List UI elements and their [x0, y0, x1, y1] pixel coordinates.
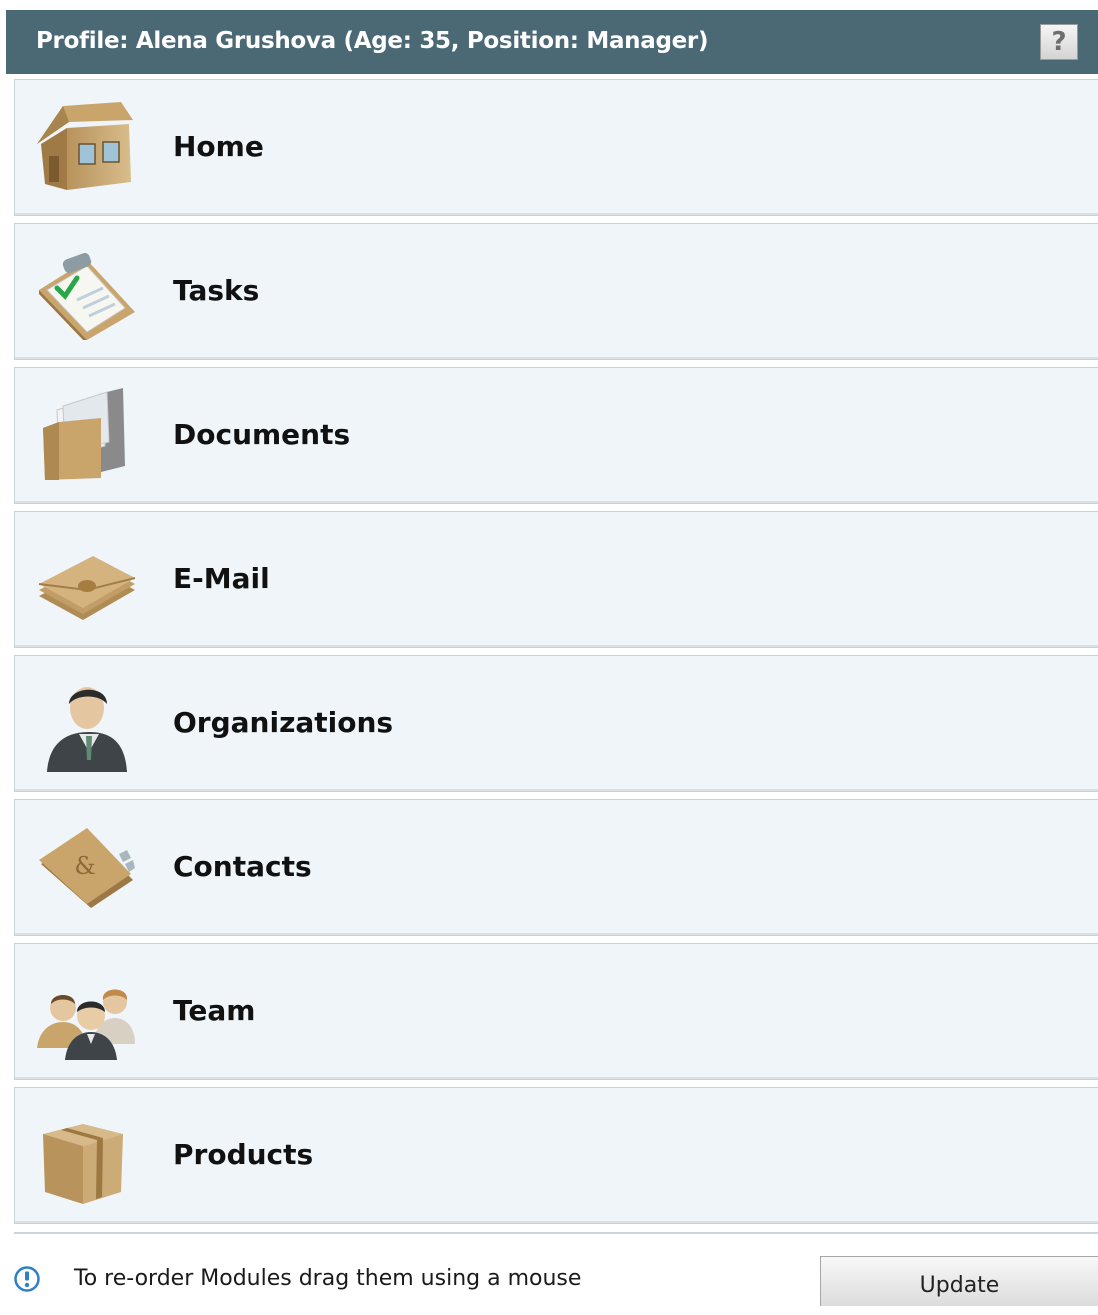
module-label: Home: [173, 130, 264, 163]
module-label: E-Mail: [173, 562, 270, 595]
profile-header: Profile: Alena Grushova (Age: 35, Positi…: [6, 10, 1098, 74]
address-book-icon: &: [39, 828, 135, 908]
module-email[interactable]: E-Mail: [14, 511, 1098, 648]
module-documents[interactable]: Documents: [14, 367, 1098, 504]
info-icon: [14, 1266, 40, 1292]
module-home[interactable]: Home: [14, 79, 1098, 216]
module-label: Team: [173, 994, 256, 1027]
footer-divider: [14, 1232, 1098, 1234]
group-people-icon: [37, 989, 135, 1060]
house-icon: [37, 102, 133, 190]
module-label: Documents: [173, 418, 351, 451]
clipboard-checklist-icon: [39, 253, 135, 340]
businessman-icon: [47, 687, 127, 772]
module-label: Organizations: [173, 706, 394, 739]
module-contacts[interactable]: & Contacts: [14, 799, 1098, 936]
cardboard-box-icon: [43, 1124, 123, 1204]
svg-text:&: &: [74, 852, 95, 880]
drag-hint-text: To re-order Modules drag them using a mo…: [74, 1266, 582, 1291]
help-button[interactable]: ?: [1040, 24, 1078, 60]
module-label: Tasks: [173, 274, 260, 307]
module-organizations[interactable]: Organizations: [14, 655, 1098, 792]
envelope-stack-icon: [38, 556, 136, 620]
module-products[interactable]: Products: [14, 1087, 1098, 1224]
module-label: Products: [173, 1138, 314, 1171]
module-team[interactable]: Team: [14, 943, 1098, 1080]
module-label: Contacts: [173, 850, 312, 883]
module-tasks[interactable]: Tasks: [14, 223, 1098, 360]
module-list: Home Tasks Documents E-Mail Organization…: [14, 79, 1098, 1231]
profile-title: Profile: Alena Grushova (Age: 35, Positi…: [36, 28, 709, 54]
update-button[interactable]: Update: [820, 1256, 1098, 1306]
folder-documents-icon: [43, 388, 125, 480]
